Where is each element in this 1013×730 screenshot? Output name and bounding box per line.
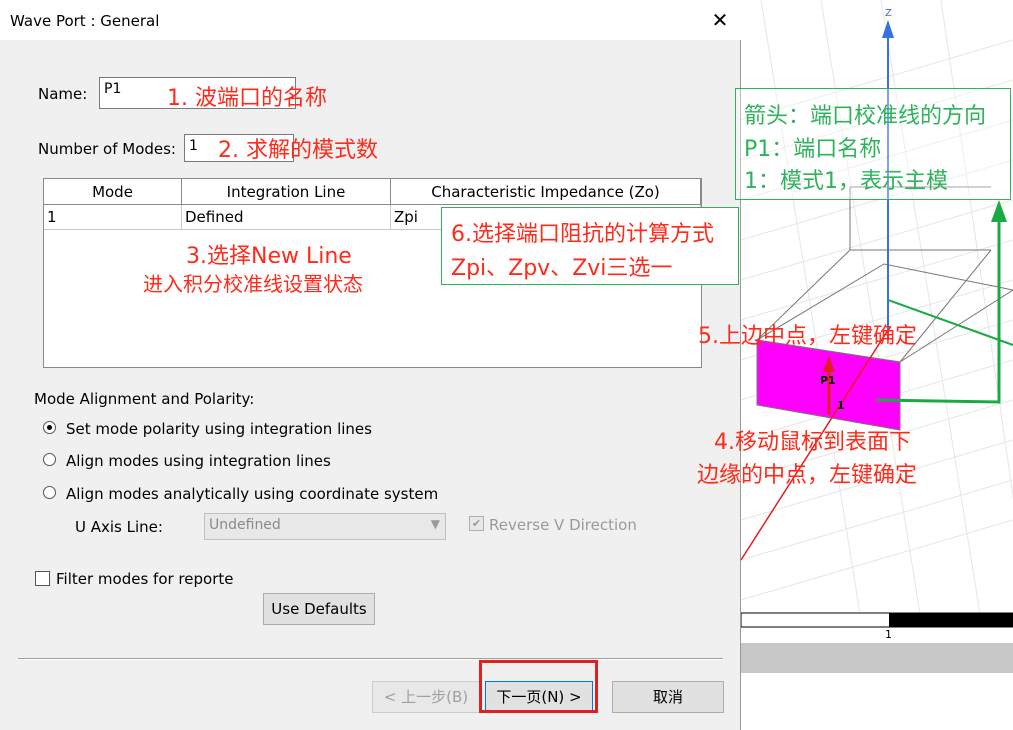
z-axis-label: Z — [885, 8, 892, 19]
z-axis-arrow — [882, 20, 894, 38]
annotation-5: 5.上边中点，左键确定 — [698, 324, 917, 349]
filter-modes-checkbox[interactable] — [35, 571, 50, 586]
status-strip — [741, 643, 1013, 673]
alignment-label: Mode Alignment and Polarity: — [34, 390, 255, 408]
radio-align-integration-label: Align modes using integration lines — [66, 452, 331, 470]
modes-label: Number of Modes: — [38, 140, 176, 158]
u-axis-select[interactable]: Undefined ▼ — [204, 513, 446, 540]
radio-selected-icon[interactable] — [43, 421, 56, 434]
mode-label: 1 — [837, 399, 845, 412]
annotation-3-line1: 3.选择New Line — [186, 244, 352, 269]
annotation-6-line1: 6.选择端口阻抗的计算方式 — [451, 222, 714, 247]
name-label: Name: — [38, 85, 88, 103]
scale-bar-black — [889, 613, 1013, 627]
green-annotation-line1: 箭头：端口校准线的方向 — [744, 104, 987, 129]
column-header-mode[interactable]: Mode — [44, 179, 182, 205]
radio-align-analytic[interactable]: Align modes analytically using coordinat… — [43, 485, 438, 507]
back-button[interactable]: < 上一步(B) — [372, 681, 480, 713]
filter-modes-label: Filter modes for reporter — [56, 570, 234, 588]
annotation-6-line2: Zpi、Zpv、Zvi三选一 — [451, 256, 673, 281]
viewport-bottom — [741, 673, 1013, 730]
chevron-down-icon: ▼ — [430, 517, 440, 531]
annotation-2: 2. 求解的模式数 — [218, 138, 378, 163]
wave-port-dialog: Wave Port : General ✕ Name: P1 1. 波端口的名称… — [0, 0, 741, 730]
radio-set-polarity[interactable]: Set mode polarity using integration line… — [43, 420, 372, 442]
cell-mode: 1 — [44, 205, 182, 230]
next-button-highlight — [479, 660, 598, 713]
radio-unselected-icon[interactable] — [43, 453, 56, 466]
cancel-button[interactable]: 取消 — [612, 681, 724, 713]
title-bar: Wave Port : General ✕ — [0, 0, 741, 40]
green-annotation-line3: 1：模式1，表示主模 — [744, 169, 948, 194]
green-guide-arrowhead — [991, 200, 1007, 222]
divider — [18, 658, 723, 660]
port-label: P1 — [820, 374, 836, 387]
close-icon[interactable]: ✕ — [706, 6, 734, 34]
column-header-impedance[interactable]: Characteristic Impedance (Zo) — [391, 179, 701, 205]
annotation-1: 1. 波端口的名称 — [167, 86, 327, 111]
radio-align-analytic-label: Align modes analytically using coordinat… — [66, 485, 439, 503]
radio-align-integration[interactable]: Align modes using integration lines — [43, 452, 331, 474]
use-defaults-button[interactable]: Use Defaults — [263, 593, 375, 625]
annotation-3-line2: 进入积分校准线设置状态 — [143, 272, 363, 296]
green-annotation-line2: P1：端口名称 — [744, 137, 882, 162]
column-header-integration-line[interactable]: Integration Line — [182, 179, 391, 205]
cell-integration-line[interactable]: Defined — [182, 205, 391, 230]
reverse-v-label: Reverse V Direction — [489, 516, 637, 534]
scale-label: 1 — [885, 628, 892, 641]
reverse-v-checkbox[interactable]: ✔ — [469, 516, 484, 531]
annotation-4-line1: 4.移动鼠标到表面下 — [714, 430, 911, 455]
radio-unselected-icon[interactable] — [43, 486, 56, 499]
radio-set-polarity-label: Set mode polarity using integration line… — [66, 420, 372, 438]
dialog-title: Wave Port : General — [10, 12, 160, 30]
annotation-4-line2: 边缘的中点，左键确定 — [697, 463, 918, 488]
u-axis-label: U Axis Line: — [75, 518, 163, 536]
u-axis-value: Undefined — [209, 517, 281, 533]
